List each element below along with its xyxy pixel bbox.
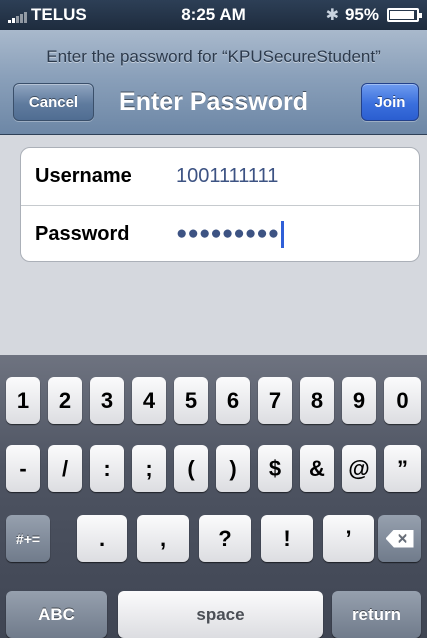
- keyboard: 1 2 3 4 5 6 7 8 9 0 - / : ; ( ) $ & @ ” …: [0, 355, 427, 638]
- key-period[interactable]: .: [77, 515, 127, 562]
- key-open-paren[interactable]: (: [174, 445, 208, 492]
- bluetooth-icon: ✱: [325, 7, 339, 24]
- key-close-paren[interactable]: ): [216, 445, 250, 492]
- key-apostrophe[interactable]: ’: [323, 515, 374, 562]
- password-row[interactable]: Password ●●●●●●●●●: [21, 205, 419, 261]
- status-right: ✱ 95%: [325, 5, 422, 25]
- battery-percent: 95%: [344, 5, 379, 24]
- credentials-form: Username 1001111111 Password ●●●●●●●●●: [20, 147, 420, 262]
- key-7[interactable]: 7: [258, 377, 292, 424]
- password-mask: ●●●●●●●●●: [176, 223, 280, 244]
- content-area: Username 1001111111 Password ●●●●●●●●●: [0, 135, 427, 355]
- key-comma[interactable]: ,: [137, 515, 189, 562]
- key-8[interactable]: 8: [300, 377, 334, 424]
- key-1[interactable]: 1: [6, 377, 40, 424]
- backspace-icon: ✕: [385, 529, 414, 548]
- password-prompt: Enter the password for “KPUSecureStudent…: [46, 47, 381, 66]
- space-key[interactable]: space: [118, 591, 323, 638]
- status-bar: TELUS 8:25 AM ✱ 95%: [0, 0, 427, 30]
- key-dollar[interactable]: $: [258, 445, 292, 492]
- username-label: Username: [35, 165, 132, 187]
- key-more-symbols[interactable]: #+=: [6, 515, 50, 562]
- backspace-key[interactable]: ✕: [378, 515, 421, 562]
- key-exclamation[interactable]: !: [261, 515, 313, 562]
- key-semicolon[interactable]: ;: [132, 445, 166, 492]
- key-question[interactable]: ?: [199, 515, 251, 562]
- key-6[interactable]: 6: [216, 377, 250, 424]
- key-2[interactable]: 2: [48, 377, 82, 424]
- key-0[interactable]: 0: [384, 377, 421, 424]
- return-key[interactable]: return: [332, 591, 421, 638]
- battery-icon: [387, 8, 422, 22]
- username-field[interactable]: 1001111111: [176, 165, 278, 188]
- key-hyphen[interactable]: -: [6, 445, 40, 492]
- password-field[interactable]: ●●●●●●●●●: [176, 220, 285, 248]
- key-4[interactable]: 4: [132, 377, 166, 424]
- key-colon[interactable]: :: [90, 445, 124, 492]
- key-3[interactable]: 3: [90, 377, 124, 424]
- abc-key[interactable]: ABC: [6, 591, 107, 638]
- key-quote[interactable]: ”: [384, 445, 421, 492]
- key-ampersand[interactable]: &: [300, 445, 334, 492]
- username-row[interactable]: Username 1001111111: [21, 148, 419, 205]
- text-cursor: [281, 220, 285, 248]
- key-slash[interactable]: /: [48, 445, 82, 492]
- password-label: Password: [35, 222, 130, 245]
- key-at[interactable]: @: [342, 445, 376, 492]
- join-button[interactable]: Join: [361, 83, 419, 121]
- key-9[interactable]: 9: [342, 377, 376, 424]
- key-5[interactable]: 5: [174, 377, 208, 424]
- navigation-bar: Enter the password for “KPUSecureStudent…: [0, 30, 427, 135]
